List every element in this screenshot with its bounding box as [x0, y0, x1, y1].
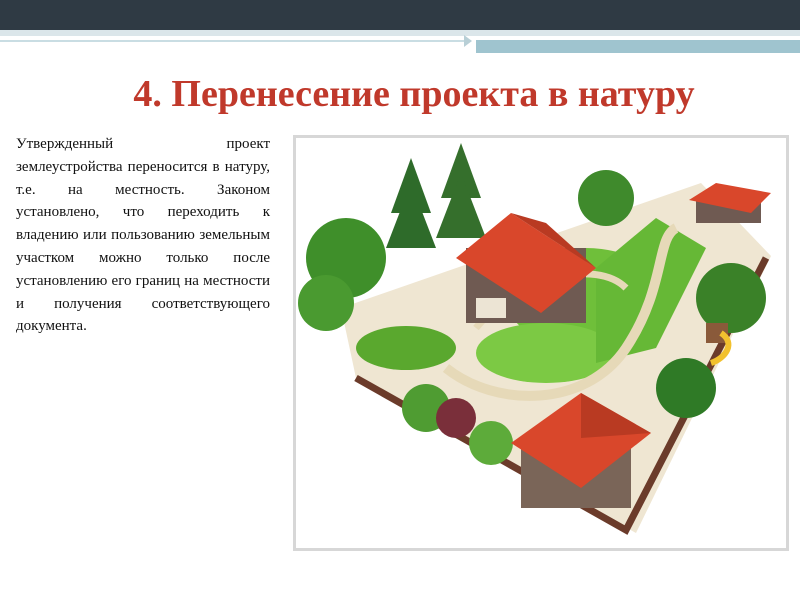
header-stripe [0, 30, 800, 36]
garden-illustration [298, 143, 771, 535]
accent-line [0, 40, 468, 42]
lawn-left [356, 326, 456, 370]
slide-title: 4. Перенесение проекта в натуру [133, 73, 695, 115]
slide-body-text: Утвержденный проект землеустройства пере… [16, 136, 270, 335]
header-bar [0, 0, 800, 30]
accent-bar [476, 40, 800, 53]
garden-plan-image [293, 135, 789, 551]
accent-marker-icon [464, 35, 472, 47]
